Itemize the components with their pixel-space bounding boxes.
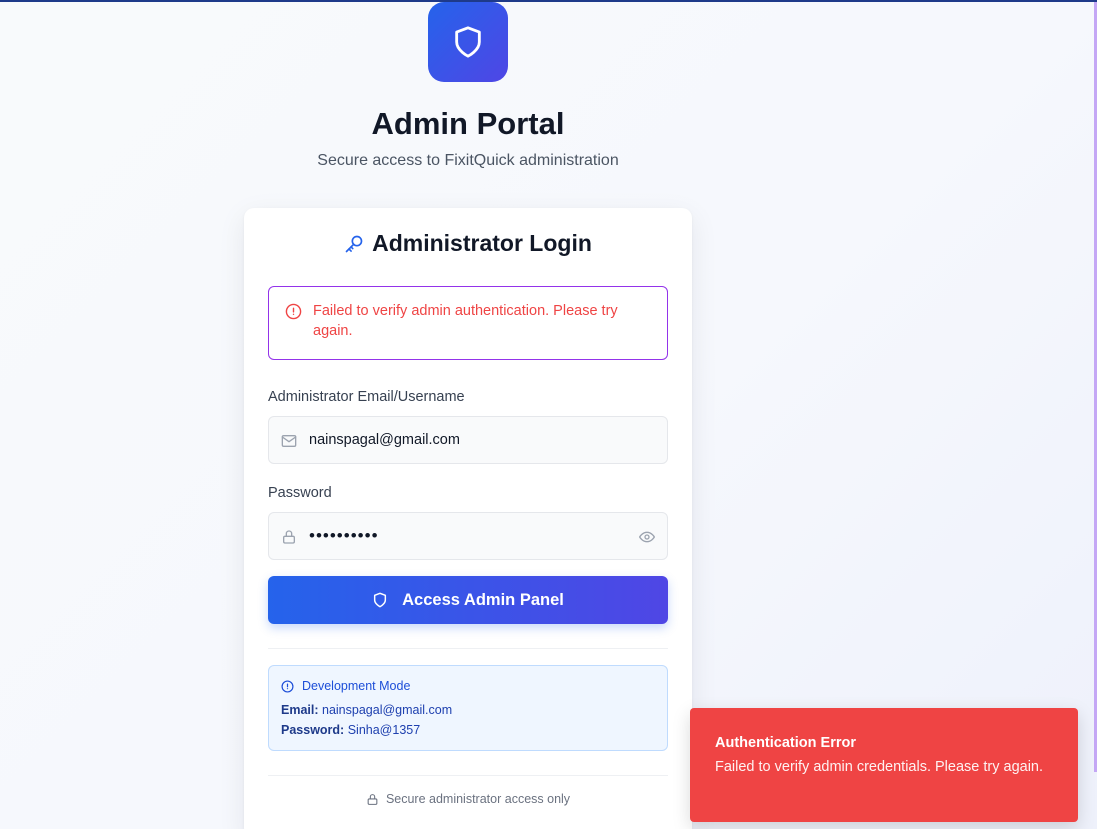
- secure-access-note: Secure administrator access only: [244, 792, 692, 806]
- divider: [268, 648, 668, 649]
- error-message: Failed to verify admin authentication. P…: [313, 303, 618, 339]
- email-input-wrapper: [268, 416, 668, 464]
- logo-badge: [428, 2, 508, 82]
- dev-email-label: Email:: [281, 703, 319, 717]
- toast-title: Authentication Error: [715, 735, 856, 751]
- mail-icon: [281, 433, 297, 449]
- login-card: Administrator Login Failed to verify adm…: [244, 208, 692, 829]
- email-input[interactable]: [309, 417, 629, 463]
- page-subtitle: Secure access to FixitQuick administrati…: [317, 152, 619, 169]
- lock-icon: [366, 793, 379, 806]
- error-alert: Failed to verify admin authentication. P…: [268, 286, 668, 360]
- toast-message: Failed to verify admin credentials. Plea…: [715, 759, 1044, 775]
- alert-circle-icon: [285, 303, 302, 320]
- password-input-wrapper: [268, 512, 668, 560]
- lock-icon: [281, 529, 297, 545]
- shield-icon: [451, 25, 485, 59]
- page-title: Admin Portal: [371, 106, 565, 141]
- dev-mode-header: Development Mode: [281, 679, 410, 693]
- password-input[interactable]: [309, 513, 629, 559]
- card-title: Administrator Login: [244, 230, 692, 257]
- secure-note-text: Secure administrator access only: [385, 792, 571, 806]
- card-title-text: Administrator Login: [372, 230, 592, 256]
- dev-password-line: Password: Sinha@1357: [281, 723, 420, 737]
- email-label: Administrator Email/Username: [268, 389, 465, 405]
- divider: [268, 775, 668, 776]
- submit-button-label: Access Admin Panel: [402, 590, 564, 609]
- dev-password-label: Password:: [281, 723, 345, 737]
- info-icon: [281, 679, 294, 693]
- error-toast[interactable]: Authentication Error Failed to verify ad…: [690, 708, 1078, 822]
- dev-password-value: Sinha@1357: [347, 723, 421, 737]
- password-label: Password: [268, 485, 332, 501]
- key-icon: [344, 234, 364, 254]
- dev-email-line: Email: nainspagal@gmail.com: [281, 703, 452, 717]
- dev-mode-title: Development Mode: [302, 679, 411, 693]
- shield-icon: [372, 592, 388, 608]
- dev-mode-panel: Development Mode Email: nainspagal@gmail…: [268, 665, 668, 751]
- access-admin-panel-button[interactable]: Access Admin Panel: [268, 576, 668, 624]
- top-border: [0, 0, 1097, 2]
- eye-icon[interactable]: [639, 529, 655, 545]
- dev-email-value: nainspagal@gmail.com: [322, 703, 453, 717]
